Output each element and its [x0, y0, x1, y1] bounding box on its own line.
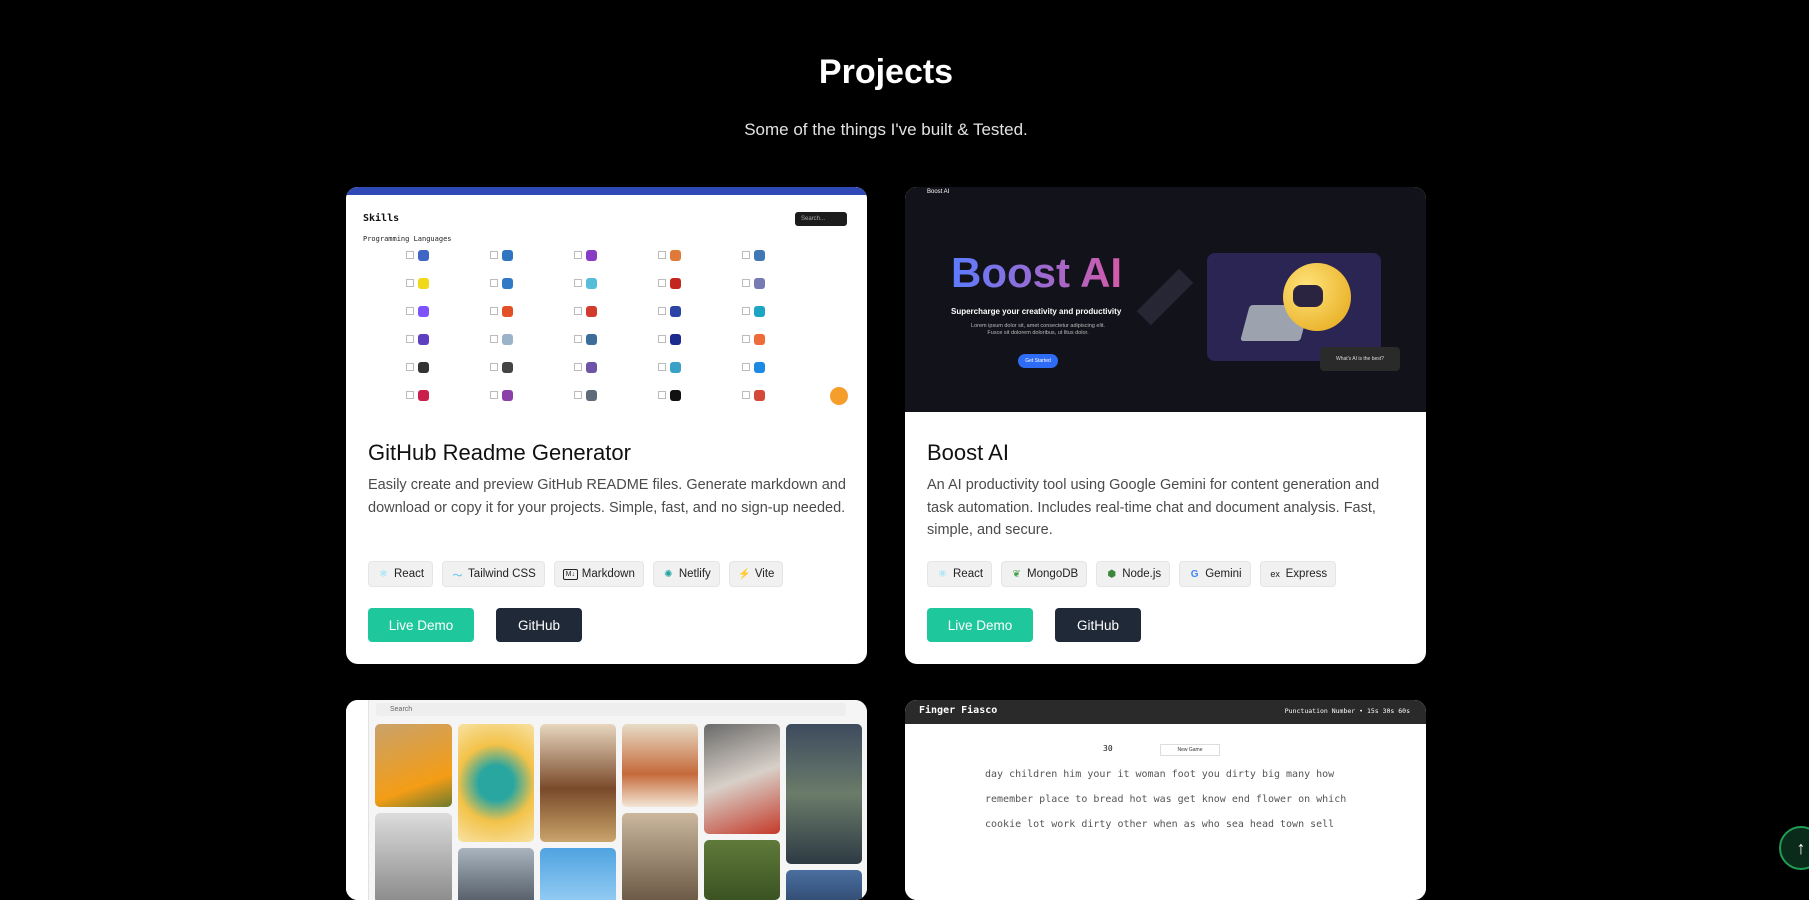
google-icon: G — [1190, 568, 1199, 580]
github-button[interactable]: GitHub — [496, 608, 582, 642]
tag-nodejs: ⬢ Node.js — [1096, 561, 1171, 587]
tag-markdown: M↓ Markdown — [553, 561, 644, 587]
project-screenshot: Search — [346, 700, 867, 900]
express-icon: ex — [1270, 569, 1280, 579]
vite-icon: ⚡ — [738, 568, 751, 580]
screenshot-app-title: Finger Fiasco — [919, 705, 998, 716]
react-icon: ⚛ — [938, 568, 947, 580]
project-title: GitHub Readme Generator — [368, 440, 631, 465]
photo-tile — [540, 724, 616, 842]
tech-tags: ⚛ React 〜 Tailwind CSS M↓ Markdown ✺ Netlify… — [368, 561, 784, 587]
photo-tile — [704, 724, 780, 834]
tag-netlify: ✺ Netlify — [652, 561, 720, 587]
project-card-readme-generator: Skills Programming Languages Search... G… — [346, 187, 867, 664]
project-description: Easily create and preview GitHub README … — [368, 477, 846, 516]
project-card-finger-fiasco: Finger Fiasco Punctuation Number • 15s 3… — [905, 700, 1426, 900]
project-card-photo-gallery: Search — [346, 700, 867, 900]
photo-tile — [786, 724, 862, 864]
screenshot-timer: 30 — [1103, 744, 1113, 753]
photo-tile — [704, 840, 780, 900]
screenshot-typing-words: day children him your it woman foot you … — [985, 769, 1347, 830]
screenshot-tagline: Supercharge your creativity and producti… — [951, 307, 1122, 316]
project-screenshot: Skills Programming Languages Search... — [346, 187, 867, 412]
screenshot-heading: Skills — [363, 213, 400, 224]
screenshot-new-game: New Game — [1160, 744, 1220, 756]
screenshot-decoration — [1136, 268, 1194, 326]
photo-tile — [375, 724, 452, 807]
section-subtitle: Some of the things I've built & Tested. — [744, 120, 1028, 139]
photo-tile — [458, 848, 534, 900]
section-title: Projects — [818, 53, 954, 91]
github-button[interactable]: GitHub — [1055, 608, 1141, 642]
arrow-up-icon: ↑ — [1796, 837, 1806, 858]
screenshot-lorem: Lorem ipsum dolor sit, amet consectetur … — [971, 323, 1105, 336]
screenshot-subheading: Programming Languages — [363, 235, 452, 243]
tailwind-icon: 〜 — [452, 570, 463, 582]
screenshot-search: Search — [376, 703, 846, 716]
tag-react: ⚛ React — [368, 561, 434, 587]
tag-gemini: G Gemini — [1179, 561, 1251, 587]
scroll-to-top-button[interactable]: ↑ — [1779, 826, 1809, 870]
screenshot-topbar — [346, 187, 867, 195]
screenshot-options: Punctuation Number • 15s 30s 60s — [1284, 707, 1410, 715]
photo-tile — [622, 724, 698, 807]
screenshot-fab — [830, 387, 848, 405]
screenshot-cta: Get Started — [1018, 354, 1058, 368]
screenshot-headline: Boost AI — [951, 249, 1123, 296]
netlify-icon: ✺ — [664, 568, 673, 580]
robot-visor — [1293, 285, 1323, 307]
react-icon: ⚛ — [379, 568, 388, 580]
tech-tags: ⚛ React ❦ MongoDB ⬢ Node.js G Gemini ex Expre… — [927, 561, 1337, 587]
project-screenshot: Boost AI Boost AI Supercharge your creat… — [905, 187, 1426, 412]
project-title: Boost AI — [927, 440, 1009, 465]
tag-vite: ⚡ Vite — [728, 561, 784, 587]
tag-express: ex Express — [1259, 561, 1337, 587]
screenshot-search: Search... — [795, 212, 847, 226]
project-card-boost-ai: Boost AI Boost AI Supercharge your creat… — [905, 187, 1426, 664]
screenshot-brand: Boost AI — [927, 189, 950, 195]
project-description: An AI productivity tool using Google Gem… — [927, 477, 1380, 538]
project-screenshot: Finger Fiasco Punctuation Number • 15s 3… — [905, 700, 1426, 900]
nodejs-icon: ⬢ — [1107, 568, 1117, 580]
photo-tile — [458, 724, 534, 842]
tag-react: ⚛ React — [927, 561, 993, 587]
markdown-icon: M↓ — [562, 568, 578, 580]
live-demo-button[interactable]: Live Demo — [368, 608, 474, 642]
skills-grid — [406, 249, 826, 401]
mongodb-icon: ❦ — [1012, 568, 1021, 580]
tag-mongodb: ❦ MongoDB — [1001, 561, 1088, 587]
screenshot-sidebar — [346, 700, 369, 900]
photo-tile — [786, 870, 862, 900]
tag-tailwind: 〜 Tailwind CSS — [442, 561, 545, 587]
screenshot-chat-bubble: What's AI is the best? — [1320, 347, 1400, 371]
photo-tile — [540, 848, 616, 900]
live-demo-button[interactable]: Live Demo — [927, 608, 1033, 642]
